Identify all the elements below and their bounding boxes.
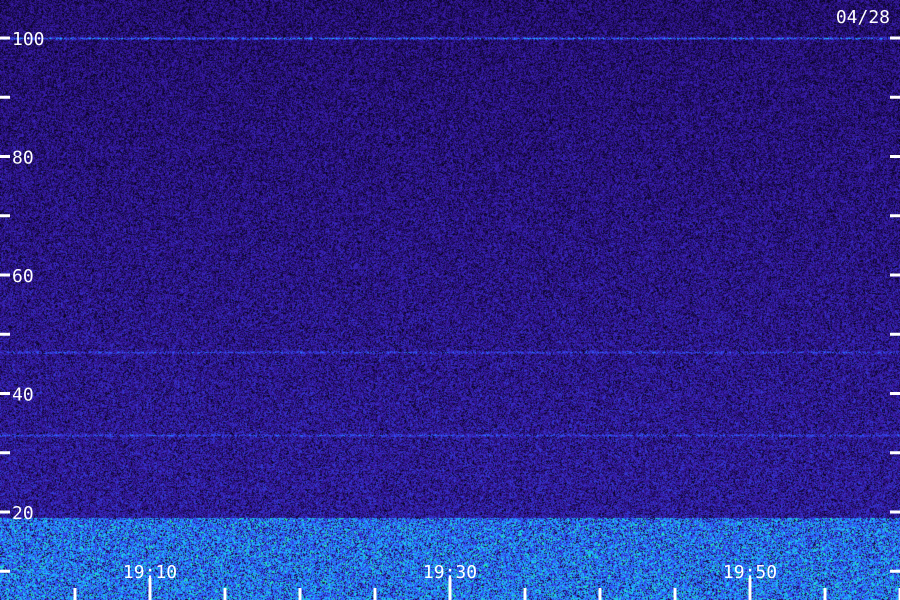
y-axis: 100 80 60 40 20 [0,29,900,573]
x-tick-label: 19:50 [723,562,777,583]
chart-overlay: 04/28 100 80 60 40 20 19:10 19:30 19:50 [0,7,900,600]
y-tick-label: 80 [12,148,34,169]
x-axis: 19:10 19:30 19:50 [73,562,900,600]
y-tick-label: 100 [12,29,45,50]
x-tick-label: 19:30 [423,562,477,583]
x-tick-label: 19:10 [123,562,177,583]
y-tick-label: 60 [12,266,34,287]
y-tick-label: 20 [12,503,34,524]
date-label: 04/28 [836,7,890,28]
spectrogram: 04/28 100 80 60 40 20 19:10 19:30 19:50 [0,0,900,600]
y-tick-label: 40 [12,385,34,406]
